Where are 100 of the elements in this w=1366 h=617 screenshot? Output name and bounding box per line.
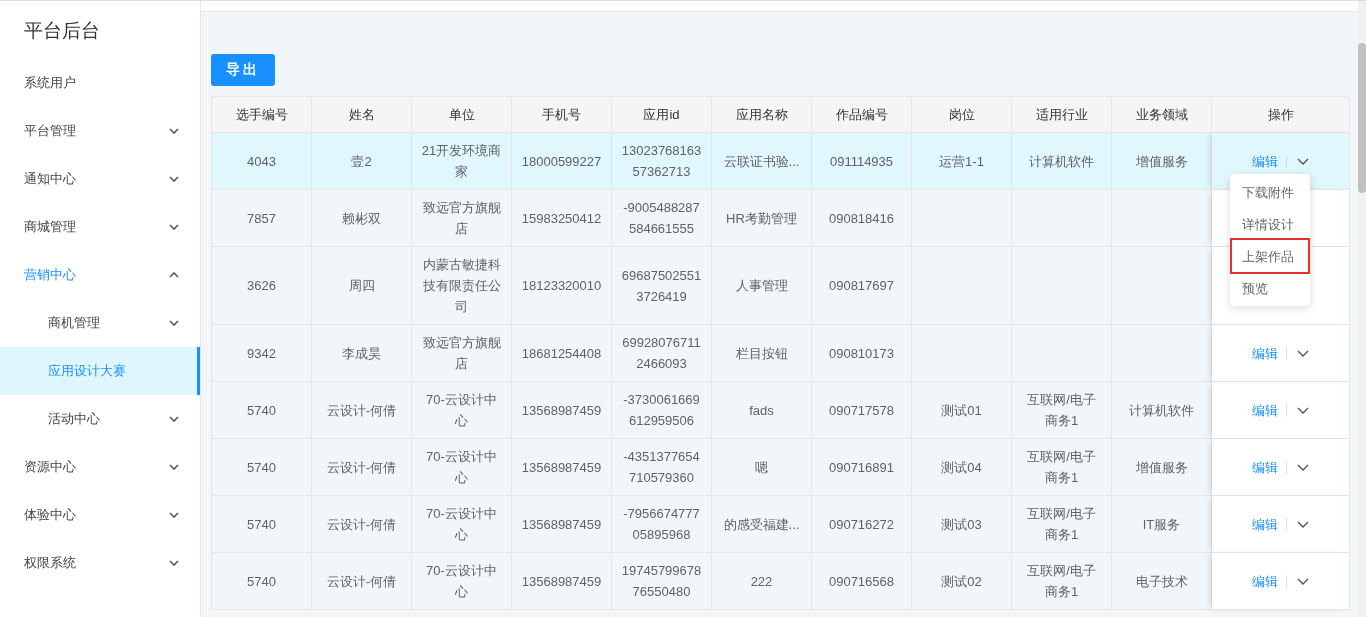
edit-link[interactable]: 编辑 — [1252, 517, 1287, 531]
table-cell: 电子技术 — [1112, 553, 1212, 610]
column-header: 应用名称 — [712, 97, 812, 133]
table-cell: 测试02 — [912, 553, 1012, 610]
chevron-down-icon — [169, 320, 179, 326]
table-cell: 赖彬双 — [312, 190, 412, 247]
table-cell: 1302376816357362713 — [612, 133, 712, 190]
table-cell: 测试04 — [912, 439, 1012, 496]
column-header: 业务领域 — [1112, 97, 1212, 133]
table-cell: 互联网/电子商务1 — [1012, 439, 1112, 496]
chevron-down-icon — [1297, 349, 1309, 357]
table-cell: 壹2 — [312, 133, 412, 190]
table-cell: 090810173 — [812, 325, 912, 382]
table-cell: 栏目按钮 — [712, 325, 812, 382]
column-header: 单位 — [412, 97, 512, 133]
scrollbar[interactable] — [1358, 1, 1366, 617]
table-cell: 70-云设计中心 — [412, 439, 512, 496]
sidebar-item[interactable]: 营销中心 — [0, 251, 200, 299]
table-cell: 13568987459 — [512, 439, 612, 496]
sidebar-item[interactable]: 权限系统 — [0, 539, 200, 587]
table-cell: 15983250412 — [512, 190, 612, 247]
table-cell: -795667477705895968 — [612, 496, 712, 553]
table-cell: 5740 — [212, 439, 312, 496]
table-cell: 13568987459 — [512, 553, 612, 610]
table-cell: 696875025513726419 — [612, 247, 712, 325]
table-cell: 70-云设计中心 — [412, 496, 512, 553]
table-cell: -9005488287584661555 — [612, 190, 712, 247]
table-cell: 4043 — [212, 133, 312, 190]
chevron-down-icon — [169, 560, 179, 566]
table-cell: 70-云设计中心 — [412, 553, 512, 610]
column-header: 作品编号 — [812, 97, 912, 133]
sidebar-item[interactable]: 活动中心 — [0, 395, 200, 443]
table-cell: 人事管理 — [712, 247, 812, 325]
menu-item[interactable]: 上架作品 — [1232, 240, 1308, 272]
table-cell: 7857 — [212, 190, 312, 247]
sidebar-item[interactable]: 体验中心 — [0, 491, 200, 539]
table-cell: 云设计-何倩 — [312, 439, 412, 496]
table-cell: 699280767112466093 — [612, 325, 712, 382]
table-cell: 云设计-何倩 — [312, 553, 412, 610]
column-header: 操作 — [1212, 97, 1350, 133]
table-cell: 互联网/电子商务1 — [1012, 553, 1112, 610]
table-cell: 计算机软件 — [1012, 133, 1112, 190]
table-cell: 222 — [712, 553, 812, 610]
table-cell: 13568987459 — [512, 496, 612, 553]
table-cell: 18123320010 — [512, 247, 612, 325]
table-cell: 增值服务 — [1112, 439, 1212, 496]
column-header: 姓名 — [312, 97, 412, 133]
table-cell: 云设计-何倩 — [312, 382, 412, 439]
column-header: 岗位 — [912, 97, 1012, 133]
sidebar-item[interactable]: 商城管理 — [0, 203, 200, 251]
edit-link[interactable]: 编辑 — [1252, 574, 1287, 588]
table-cell: 70-云设计中心 — [412, 382, 512, 439]
edit-link[interactable]: 编辑 — [1252, 403, 1287, 417]
sidebar-item[interactable]: 资源中心 — [0, 443, 200, 491]
table-cell: 内蒙古敏捷科技有限责任公司 — [412, 247, 512, 325]
chevron-down-icon — [1297, 463, 1309, 471]
table-cell: 的感受福建... — [712, 496, 812, 553]
table-cell: 3626 — [212, 247, 312, 325]
chevron-down-icon — [1297, 577, 1309, 585]
chevron-down-icon — [1297, 520, 1309, 528]
chevron-down-icon — [169, 176, 179, 182]
column-header: 选手编号 — [212, 97, 312, 133]
table-cell: 计算机软件 — [1112, 382, 1212, 439]
column-header: 适用行业 — [1012, 97, 1112, 133]
menu-item[interactable]: 预览 — [1232, 272, 1308, 304]
column-header: 应用id — [612, 97, 712, 133]
table-cell: 互联网/电子商务1 — [1012, 382, 1112, 439]
sidebar-item[interactable]: 通知中心 — [0, 155, 200, 203]
table-cell: 增值服务 — [1112, 133, 1212, 190]
table-cell: 090817697 — [812, 247, 912, 325]
table-cell: HR考勤管理 — [712, 190, 812, 247]
edit-link[interactable]: 编辑 — [1252, 460, 1287, 474]
sidebar-item[interactable]: 平台管理 — [0, 107, 200, 155]
app-title: 平台后台 — [23, 19, 101, 43]
sidebar-item[interactable]: 系统用户 — [0, 59, 200, 107]
table-cell: 5740 — [212, 553, 312, 610]
table-cell: 13568987459 — [512, 382, 612, 439]
table-cell: 测试01 — [912, 382, 1012, 439]
table-cell: 5740 — [212, 496, 312, 553]
menu-item[interactable]: 下载附件 — [1232, 176, 1308, 208]
scrollbar-thumb[interactable] — [1358, 43, 1366, 193]
sidebar-item[interactable]: 商机管理 — [0, 299, 200, 347]
table-cell: 致远官方旗舰店 — [412, 190, 512, 247]
table-cell: 互联网/电子商务1 — [1012, 496, 1112, 553]
table-cell: -3730061669612959506 — [612, 382, 712, 439]
table-cell: 运营1-1 — [912, 133, 1012, 190]
table-cell: 091114935 — [812, 133, 912, 190]
table-cell: 9342 — [212, 325, 312, 382]
table-cell: 21开发环境商家 — [412, 133, 512, 190]
export-button[interactable]: 导出 — [211, 54, 275, 86]
column-header: 手机号 — [512, 97, 612, 133]
chevron-up-icon — [169, 272, 179, 278]
chevron-down-icon — [169, 128, 179, 134]
table-cell: 嗯 — [712, 439, 812, 496]
table-cell: 测试03 — [912, 496, 1012, 553]
chevron-down-icon — [169, 464, 179, 470]
table-cell: 周四 — [312, 247, 412, 325]
edit-link[interactable]: 编辑 — [1252, 346, 1287, 360]
table-cell: IT服务 — [1112, 496, 1212, 553]
table-cell: 18681254408 — [512, 325, 612, 382]
